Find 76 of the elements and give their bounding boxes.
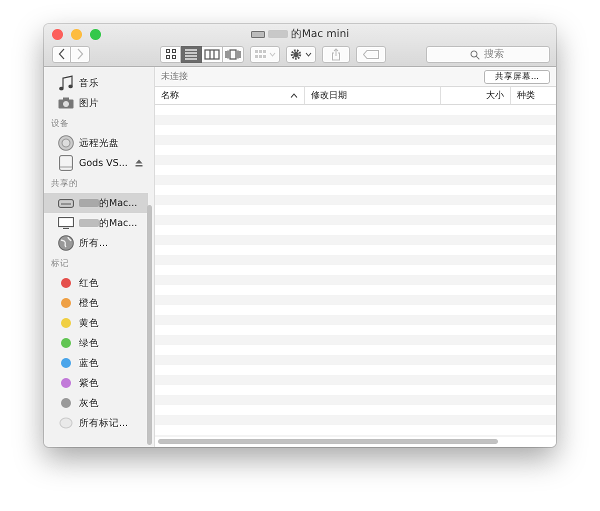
gear-icon bbox=[289, 48, 313, 60]
list-icon bbox=[184, 48, 198, 60]
close-button[interactable] bbox=[52, 29, 63, 40]
display-icon bbox=[58, 217, 74, 229]
item-label: 所有标记... bbox=[79, 416, 128, 430]
column-header[interactable]: 名称 bbox=[155, 87, 305, 104]
item-label: 黄色 bbox=[79, 316, 99, 330]
connection-status: 未连接 bbox=[161, 70, 188, 83]
item-label: Gods VS... bbox=[79, 158, 128, 168]
sidebar-item[interactable]: 黄色 bbox=[44, 313, 148, 333]
window-title: 的Mac mini bbox=[290, 27, 350, 41]
item-label: 绿色 bbox=[79, 336, 99, 350]
item-label: 紫色 bbox=[79, 376, 99, 390]
item-label: 橙色 bbox=[79, 296, 99, 310]
arrange-button[interactable] bbox=[250, 46, 280, 62]
scrollbar[interactable] bbox=[147, 205, 152, 445]
item-label: 灰色 bbox=[79, 396, 99, 410]
sidebar-item[interactable]: 的Mac... bbox=[44, 213, 148, 233]
sidebar-item[interactable]: 灰色 bbox=[44, 393, 148, 413]
chevron-right-icon bbox=[76, 48, 84, 60]
action-button[interactable] bbox=[286, 46, 316, 62]
column-header[interactable]: 修改日期 bbox=[305, 87, 441, 104]
view-mode-button[interactable] bbox=[160, 46, 181, 62]
server-icon bbox=[250, 30, 265, 38]
search-icon bbox=[470, 50, 480, 60]
section-heading: 标记 bbox=[50, 258, 70, 271]
view-mode-button[interactable] bbox=[223, 46, 244, 62]
music-note-icon bbox=[59, 75, 73, 91]
sidebar-item[interactable]: 音乐 bbox=[44, 73, 148, 93]
scrollbar[interactable] bbox=[158, 439, 498, 444]
grid-icon bbox=[164, 48, 176, 60]
item-label: 远程光盘 bbox=[79, 136, 119, 150]
sidebar-item[interactable]: 图片 bbox=[44, 93, 148, 113]
zoom-button[interactable] bbox=[90, 29, 101, 40]
server-icon bbox=[58, 198, 74, 208]
tag-dot bbox=[59, 417, 73, 429]
item-label: 的Mac... bbox=[99, 196, 138, 210]
sidebar-item[interactable]: 所有... bbox=[44, 233, 148, 253]
globe-icon bbox=[58, 235, 74, 251]
camera-icon bbox=[58, 97, 74, 109]
item-label: 红色 bbox=[79, 276, 99, 290]
item-label: 蓝色 bbox=[79, 356, 99, 370]
sidebar-item[interactable]: Gods VS... bbox=[44, 153, 148, 173]
section-heading: 设备 bbox=[50, 118, 70, 131]
view-mode-button[interactable] bbox=[181, 46, 202, 62]
column-header[interactable]: 种类 bbox=[511, 87, 555, 104]
sidebar-item[interactable]: 橙色 bbox=[44, 293, 148, 313]
view-mode-button[interactable] bbox=[202, 46, 223, 62]
item-label: 的Mac... bbox=[99, 216, 138, 230]
sidebar-item[interactable]: 的Mac... bbox=[44, 193, 148, 213]
sidebar-item[interactable]: 蓝色 bbox=[44, 353, 148, 373]
chevron-left-icon bbox=[58, 48, 66, 60]
columns-icon bbox=[204, 48, 220, 60]
minimize-button[interactable] bbox=[71, 29, 82, 40]
eject-icon[interactable] bbox=[134, 159, 143, 167]
share-icon bbox=[331, 48, 341, 60]
back-button[interactable] bbox=[52, 46, 71, 62]
cover-flow-icon bbox=[224, 48, 242, 60]
item-label: 图片 bbox=[79, 96, 99, 110]
sidebar-item[interactable]: 紫色 bbox=[44, 373, 148, 393]
item-label: 所有... bbox=[79, 236, 108, 250]
arrange-icon bbox=[254, 48, 276, 60]
search-field[interactable]: 搜索 bbox=[426, 46, 550, 62]
item-label: 音乐 bbox=[79, 76, 99, 90]
tag-icon bbox=[363, 50, 379, 58]
column-header[interactable]: 大小 bbox=[441, 87, 511, 104]
tag-button[interactable] bbox=[356, 46, 386, 62]
sidebar-item[interactable]: 所有标记... bbox=[44, 413, 148, 433]
section-heading: 共享的 bbox=[50, 178, 79, 191]
sidebar-item[interactable]: 绿色 bbox=[44, 333, 148, 353]
sidebar-item[interactable]: 远程光盘 bbox=[44, 133, 148, 153]
sidebar-item[interactable]: 红色 bbox=[44, 273, 148, 293]
disc-icon bbox=[58, 135, 74, 151]
share-screen-button[interactable]: 共享屏幕... bbox=[484, 70, 550, 84]
drive-icon bbox=[59, 155, 73, 171]
share-button[interactable] bbox=[322, 46, 350, 62]
